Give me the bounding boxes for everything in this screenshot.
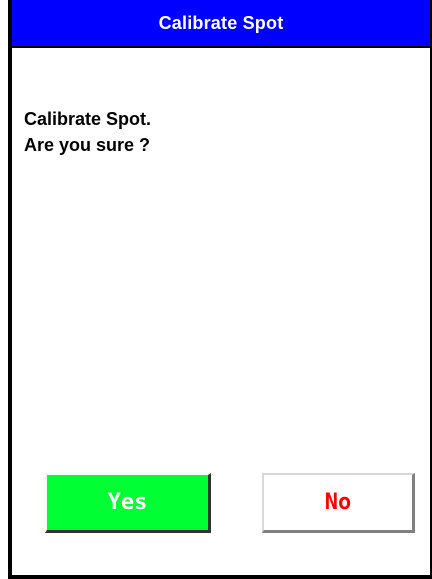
- title-bar: Calibrate Spot: [12, 0, 430, 48]
- calibrate-spot-dialog: Calibrate Spot Calibrate Spot. Are you s…: [8, 0, 432, 579]
- no-button[interactable]: No: [262, 473, 415, 533]
- yes-button[interactable]: Yes: [45, 473, 211, 533]
- yes-button-label: Yes: [107, 490, 148, 515]
- dialog-title: Calibrate Spot: [158, 12, 284, 33]
- message-line-1: Calibrate Spot.: [24, 109, 152, 129]
- message-line-2: Are you sure ?: [24, 135, 151, 155]
- no-button-label: No: [324, 490, 352, 515]
- confirmation-message: Calibrate Spot. Are you sure ?: [24, 106, 151, 158]
